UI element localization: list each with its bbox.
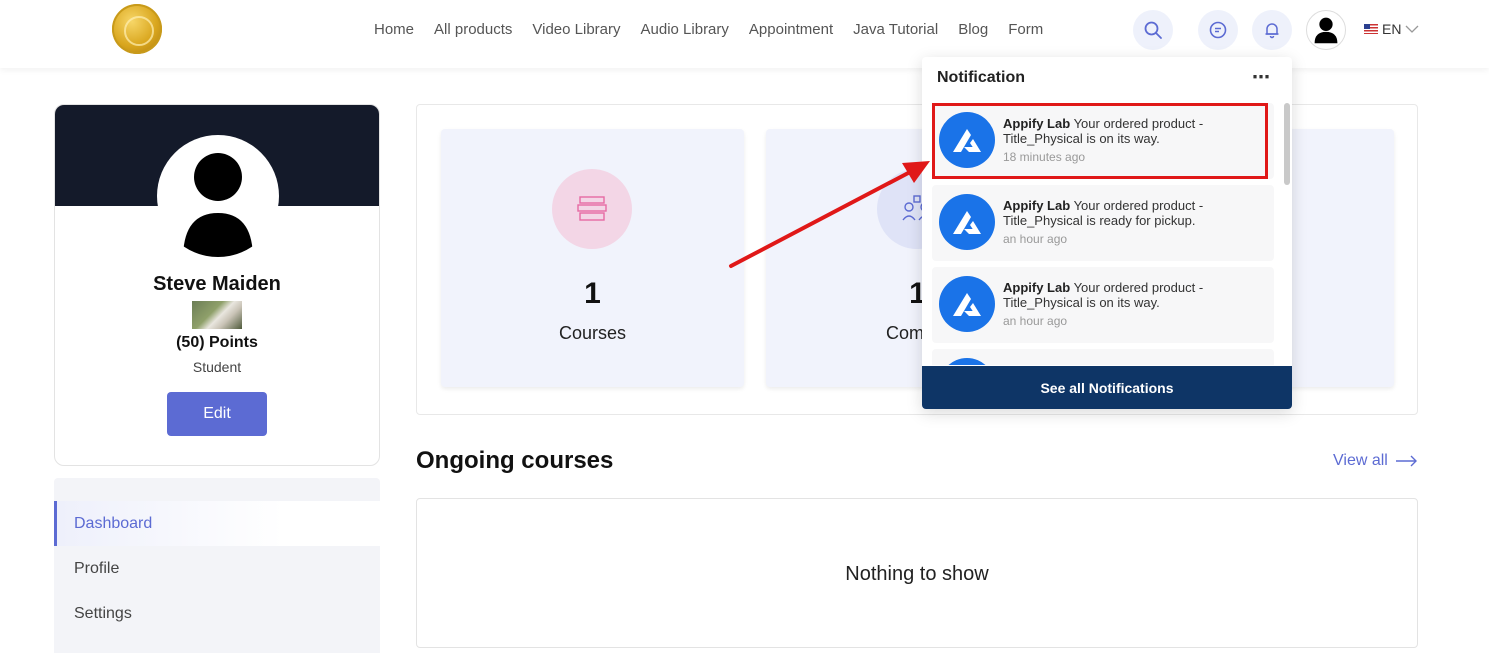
user-avatar-icon [1314,17,1338,44]
profile-avatar [157,135,279,257]
appify-lab-logo-icon [939,194,995,250]
chat-icon [1209,21,1227,39]
notification-item[interactable]: Appify Lab Your ordered product - Title_… [932,185,1274,261]
language-label: EN [1382,21,1402,37]
nav-home[interactable]: Home [364,20,424,40]
user-avatar[interactable] [1306,10,1346,50]
view-all-label: View all [1333,452,1388,469]
language-selector[interactable]: EN [1364,21,1419,37]
points-label: (50) Points [176,334,258,351]
role-label: Student [192,359,242,375]
notification-list: Appify Lab Your ordered product - Title_… [932,103,1274,365]
see-all-notifications-button[interactable]: See all Notifications [922,366,1292,409]
user-silhouette-icon [183,153,253,257]
view-all-link[interactable]: View all [1333,452,1418,470]
notification-sender: Appify Lab [1003,280,1071,295]
nav-appointment[interactable]: Appointment [739,20,843,40]
site-logo[interactable] [112,4,162,54]
nav-form[interactable]: Form [998,20,1053,40]
ongoing-courses-box: Nothing to show [416,498,1418,648]
more-options-icon[interactable]: ⋯ [1252,67,1271,88]
courses-count: 1 [584,277,601,310]
notification-item-partial[interactable] [932,349,1274,365]
notification-time: 18 minutes ago [1003,150,1086,164]
us-flag-icon [1364,24,1378,34]
edit-profile-button[interactable]: Edit [167,392,267,436]
appify-lab-logo-icon [939,276,995,332]
side-item-profile[interactable]: Profile [54,546,380,591]
nav-video-library[interactable]: Video Library [522,20,630,40]
search-button[interactable] [1133,10,1173,50]
badge-image [192,301,242,329]
courses-label: Courses [558,323,627,343]
main-nav: Home All products Video Library Audio Li… [364,20,1053,40]
notification-text: Appify Lab Your ordered product - Title_… [1003,280,1268,310]
side-menu: Dashboard Profile Settings [54,478,380,653]
profile-card: Steve Maiden (50) Points Student Edit [54,104,380,466]
bell-icon [1265,23,1279,39]
notification-scrollbar[interactable] [1284,103,1290,185]
empty-state-text: Nothing to show [845,563,989,585]
notification-time: an hour ago [1003,314,1068,328]
arrow-right-icon [1395,455,1417,467]
profile-name: Steve Maiden [153,273,281,295]
notification-title: Notification [937,69,1025,86]
notification-text: Appify Lab Your ordered product - Title_… [1003,116,1268,146]
stat-card-courses[interactable]: 1 Courses [441,129,744,387]
side-item-settings[interactable]: Settings [54,591,380,636]
appify-lab-logo-icon [939,112,995,168]
ongoing-courses-title: Ongoing courses [416,447,614,474]
notification-dropdown: Notification ⋯ Appify Lab Your ordered p… [922,57,1292,409]
notification-sender: Appify Lab [1003,198,1071,213]
nav-java-tutorial[interactable]: Java Tutorial [843,20,948,40]
notification-button[interactable] [1252,10,1292,50]
side-item-dashboard[interactable]: Dashboard [54,501,380,546]
appify-lab-logo-icon [939,358,995,365]
notification-item[interactable]: Appify Lab Your ordered product - Title_… [932,103,1274,179]
notification-item[interactable]: Appify Lab Your ordered product - Title_… [932,267,1274,343]
notification-time: an hour ago [1003,232,1068,246]
nav-all-products[interactable]: All products [424,20,522,40]
nav-blog[interactable]: Blog [948,20,998,40]
search-icon [1144,21,1162,39]
notification-text: Appify Lab Your ordered product - Title_… [1003,198,1268,228]
courses-icon-circle [552,169,632,249]
chat-button[interactable] [1198,10,1238,50]
chevron-down-icon [1405,25,1419,33]
notification-sender: Appify Lab [1003,116,1071,131]
book-stack-icon [577,196,607,221]
nav-audio-library[interactable]: Audio Library [631,20,739,40]
